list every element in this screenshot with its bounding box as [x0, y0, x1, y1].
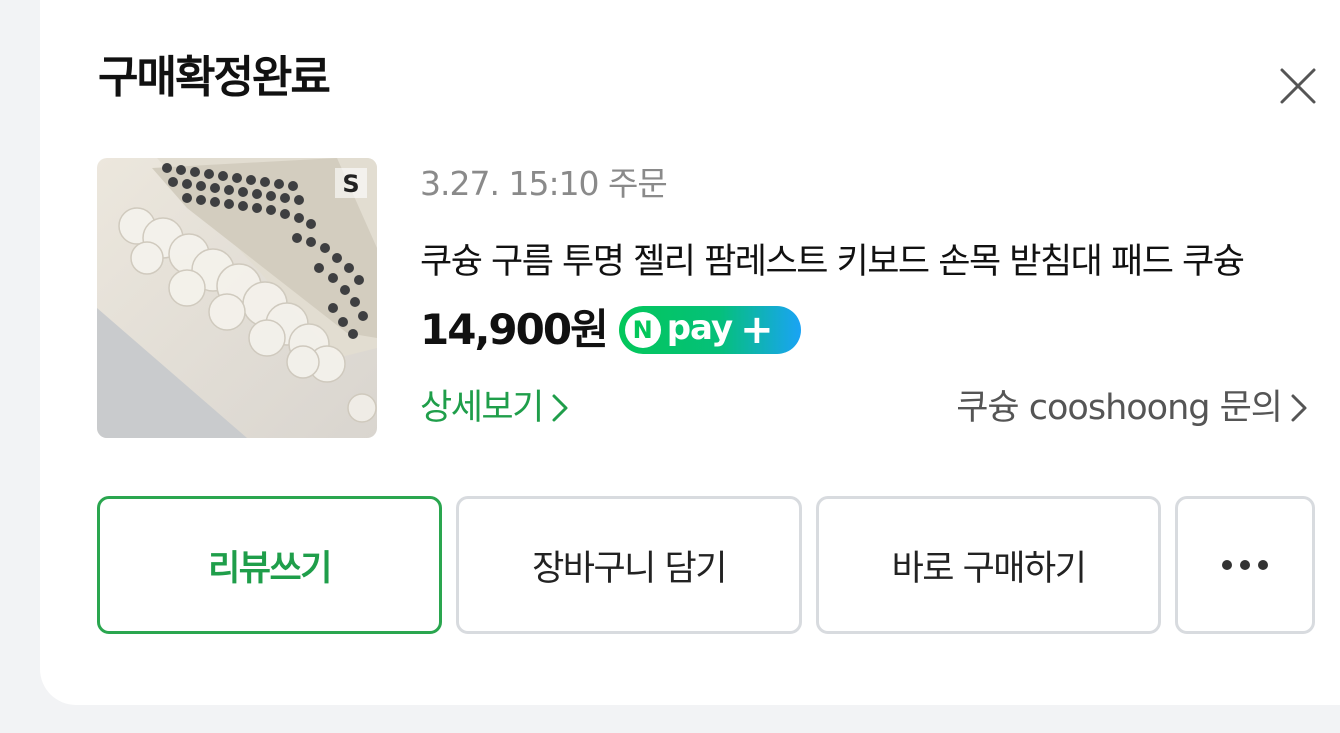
order-date: 3.27. 15:10 주문 [420, 164, 668, 203]
detail-view-label: 상세보기 [420, 388, 544, 428]
chevron-right-icon [552, 394, 568, 422]
write-review-button[interactable]: 리뷰쓰기 [97, 496, 442, 634]
close-icon [1280, 68, 1316, 104]
product-thumbnail[interactable]: S [97, 158, 377, 438]
buy-now-label: 바로 구매하기 [891, 548, 1087, 589]
more-dots-icon [1222, 560, 1268, 570]
purchase-confirmed-card: 구매확정완료 S 3.27. 15:10 주문 쿠슝 구름 투명 젤리 팜레스트… [40, 0, 1340, 705]
npay-plus-badge: N pay + [618, 306, 801, 354]
chevron-right-icon [1291, 394, 1307, 422]
buy-now-button[interactable]: 바로 구매하기 [816, 496, 1161, 634]
seller-inquiry-link[interactable]: 쿠슝 cooshoong 문의 [956, 384, 1308, 432]
seller-inquiry-label: 쿠슝 cooshoong 문의 [956, 388, 1283, 428]
npay-n-icon: N [624, 312, 661, 348]
npay-label: pay [666, 308, 733, 348]
write-review-label: 리뷰쓰기 [208, 548, 332, 589]
price-row: 14,900원 N pay + [420, 300, 801, 360]
product-price: 14,900원 [420, 305, 609, 354]
product-name[interactable]: 쿠슝 구름 투명 젤리 팜레스트 키보드 손목 받침대 패드 쿠슝 [420, 238, 1320, 286]
detail-view-link[interactable]: 상세보기 [420, 384, 569, 432]
page-title: 구매확정완료 [98, 52, 331, 103]
add-to-cart-button[interactable]: 장바구니 담기 [456, 496, 802, 634]
close-button[interactable] [1278, 66, 1318, 106]
add-to-cart-label: 장바구니 담기 [532, 548, 727, 589]
npay-plus-icon: + [740, 307, 774, 353]
more-options-button[interactable] [1175, 496, 1315, 634]
svg-text:S: S [342, 170, 359, 198]
